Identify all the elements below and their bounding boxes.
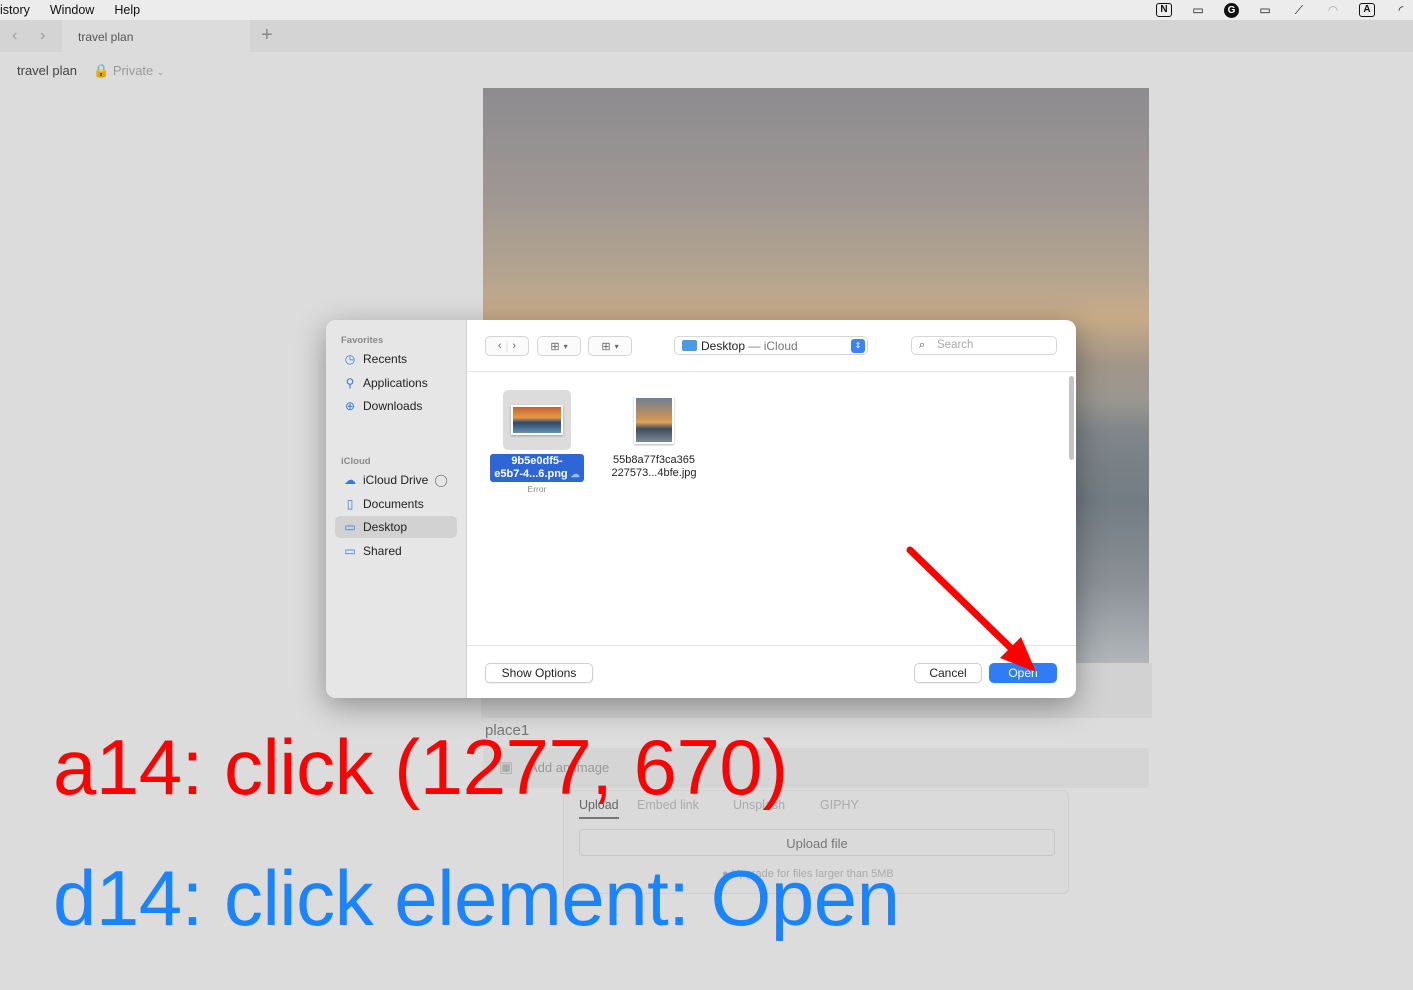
- breadcrumb-bar: travel plan 🔒 Private ⌄: [0, 52, 1413, 88]
- grid-view-icon: ⊞: [550, 340, 560, 353]
- pen-off-icon[interactable]: ⟋: [1291, 3, 1307, 18]
- back-forward-buttons[interactable]: ‹ | ›: [485, 336, 529, 356]
- file-name-line2: e5b7-4...6.png: [494, 468, 568, 480]
- upload-file-button[interactable]: Upload file: [579, 829, 1055, 856]
- group-icon: ⊞: [601, 340, 611, 353]
- notion-icon[interactable]: N: [1156, 3, 1172, 17]
- file-item[interactable]: 55b8a77f3ca365 227573...4bfe.jpg: [599, 390, 709, 480]
- location-name: Desktop: [701, 339, 746, 353]
- scrollbar[interactable]: [1069, 376, 1074, 460]
- shared-folder-icon: ▭: [344, 544, 356, 558]
- document-icon: ▯: [346, 497, 354, 511]
- sidebar-item-applications[interactable]: ⚲ Applications: [335, 372, 457, 394]
- file-name-line1: 9b5e0df5-: [511, 455, 563, 467]
- icloud-heading: iCloud: [341, 456, 371, 467]
- sidebar-item-desktop[interactable]: ▭ Desktop: [335, 516, 457, 538]
- zoom-icon[interactable]: ▭: [1190, 3, 1206, 17]
- status-tray: N ▭ G ▭ ⟋ ◠ A ◜: [1156, 0, 1413, 20]
- sidebar-item-downloads[interactable]: ⊕ Downloads: [335, 395, 457, 417]
- forward-icon[interactable]: ›: [40, 27, 45, 45]
- lock-icon: 🔒: [93, 63, 110, 78]
- privacy-label: Private: [112, 63, 154, 78]
- action-annotation: a14: click (1277, 670): [53, 723, 788, 811]
- menu-window[interactable]: Window: [50, 3, 94, 17]
- input-source-icon[interactable]: A: [1359, 3, 1375, 17]
- new-tab-icon[interactable]: +: [261, 24, 273, 47]
- sidebar-item-label: Desktop: [363, 520, 408, 534]
- file-browser: 9b5e0df5- e5b7-4...6.png ☁ Error 55b8a77…: [467, 372, 1076, 645]
- dialog-sidebar: Favorites ◷ Recents ⚲ Applications ⊕ Dow…: [326, 320, 467, 698]
- file-name-line1: 55b8a77f3ca365: [613, 454, 695, 466]
- sidebar-item-label: Recents: [363, 352, 408, 366]
- display-icon[interactable]: ▭: [1257, 3, 1273, 17]
- view-mode-button[interactable]: ⊞ ▾: [537, 336, 581, 356]
- search-placeholder: Search: [937, 339, 974, 351]
- chevron-right-icon[interactable]: ›: [512, 340, 516, 352]
- dialog-footer: Show Options Cancel Open: [467, 645, 1076, 698]
- sidebar-item-documents[interactable]: ▯ Documents: [335, 493, 457, 515]
- sidebar-item-icloud-drive[interactable]: ☁ iCloud Drive ◯: [335, 469, 457, 491]
- menu-bar: istory Window Help N ▭ G ▭ ⟋ ◠ A ◜: [0, 0, 1413, 20]
- grammarly-icon[interactable]: G: [1224, 2, 1239, 18]
- sidebar-item-label: Shared: [363, 544, 402, 558]
- tab-giphy[interactable]: GIPHY: [820, 798, 859, 812]
- sidebar-item-label: Applications: [363, 376, 428, 390]
- chevron-down-icon: ▾: [563, 341, 568, 351]
- file-name-selected: 9b5e0df5- e5b7-4...6.png ☁: [490, 454, 584, 482]
- wifi-icon[interactable]: ◜: [1393, 3, 1409, 17]
- folder-icon: [682, 340, 697, 351]
- open-file-dialog: Favorites ◷ Recents ⚲ Applications ⊕ Dow…: [326, 320, 1076, 698]
- chevron-down-icon: ⌄: [156, 67, 165, 77]
- cancel-button[interactable]: Cancel: [914, 663, 982, 683]
- search-icon: ⌕: [919, 339, 926, 351]
- airdrop-icon[interactable]: ◠: [1325, 3, 1341, 17]
- file-thumbnail: [503, 390, 571, 450]
- sync-progress-icon: ◯: [434, 473, 448, 487]
- group-by-button[interactable]: ⊞ ▾: [588, 336, 632, 356]
- location-popup[interactable]: Desktop — iCloud ⇕: [674, 336, 868, 355]
- tab-bar: ‹ › travel plan +: [0, 20, 1413, 52]
- file-thumbnail: [620, 390, 688, 450]
- back-icon[interactable]: ‹: [12, 27, 17, 45]
- page-title[interactable]: travel plan: [17, 63, 77, 78]
- download-icon: ⊕: [344, 399, 356, 413]
- menu-help[interactable]: Help: [114, 3, 140, 17]
- menu-history[interactable]: istory: [0, 3, 30, 17]
- open-button[interactable]: Open: [989, 663, 1057, 683]
- cloud-icon: ☁: [344, 473, 356, 487]
- up-down-chevron-icon: ⇕: [851, 339, 865, 353]
- search-field[interactable]: ⌕ Search: [911, 336, 1057, 355]
- sidebar-item-label: iCloud Drive: [363, 473, 429, 487]
- location-suffix: — iCloud: [745, 339, 798, 353]
- chevron-left-icon[interactable]: ‹: [498, 340, 502, 352]
- dialog-toolbar: ‹ | › ⊞ ▾ ⊞ ▾ Desktop — iCloud ⇕ ⌕ Searc…: [467, 320, 1076, 372]
- description-annotation: d14: click element: Open: [53, 854, 900, 942]
- tab-travel-plan[interactable]: travel plan: [62, 20, 250, 52]
- sidebar-item-recents[interactable]: ◷ Recents: [335, 348, 457, 370]
- favorites-heading: Favorites: [341, 335, 384, 346]
- file-name-line2: 227573...4bfe.jpg: [611, 467, 697, 479]
- clock-icon: ◷: [344, 352, 356, 366]
- file-item[interactable]: 9b5e0df5- e5b7-4...6.png ☁ Error: [482, 390, 592, 496]
- sidebar-item-label: Downloads: [363, 399, 423, 413]
- file-name: 55b8a77f3ca365 227573...4bfe.jpg: [599, 454, 709, 480]
- file-status: Error: [527, 484, 547, 494]
- chevron-down-icon: ▾: [614, 341, 619, 351]
- applications-icon: ⚲: [345, 376, 355, 390]
- cloud-icon: ☁: [570, 469, 580, 479]
- sidebar-item-shared[interactable]: ▭ Shared: [335, 540, 457, 562]
- show-options-button[interactable]: Show Options: [485, 663, 593, 683]
- sidebar-item-label: Documents: [363, 497, 424, 511]
- desktop-icon: ▭: [344, 520, 356, 534]
- privacy-badge[interactable]: 🔒 Private ⌄: [93, 63, 164, 79]
